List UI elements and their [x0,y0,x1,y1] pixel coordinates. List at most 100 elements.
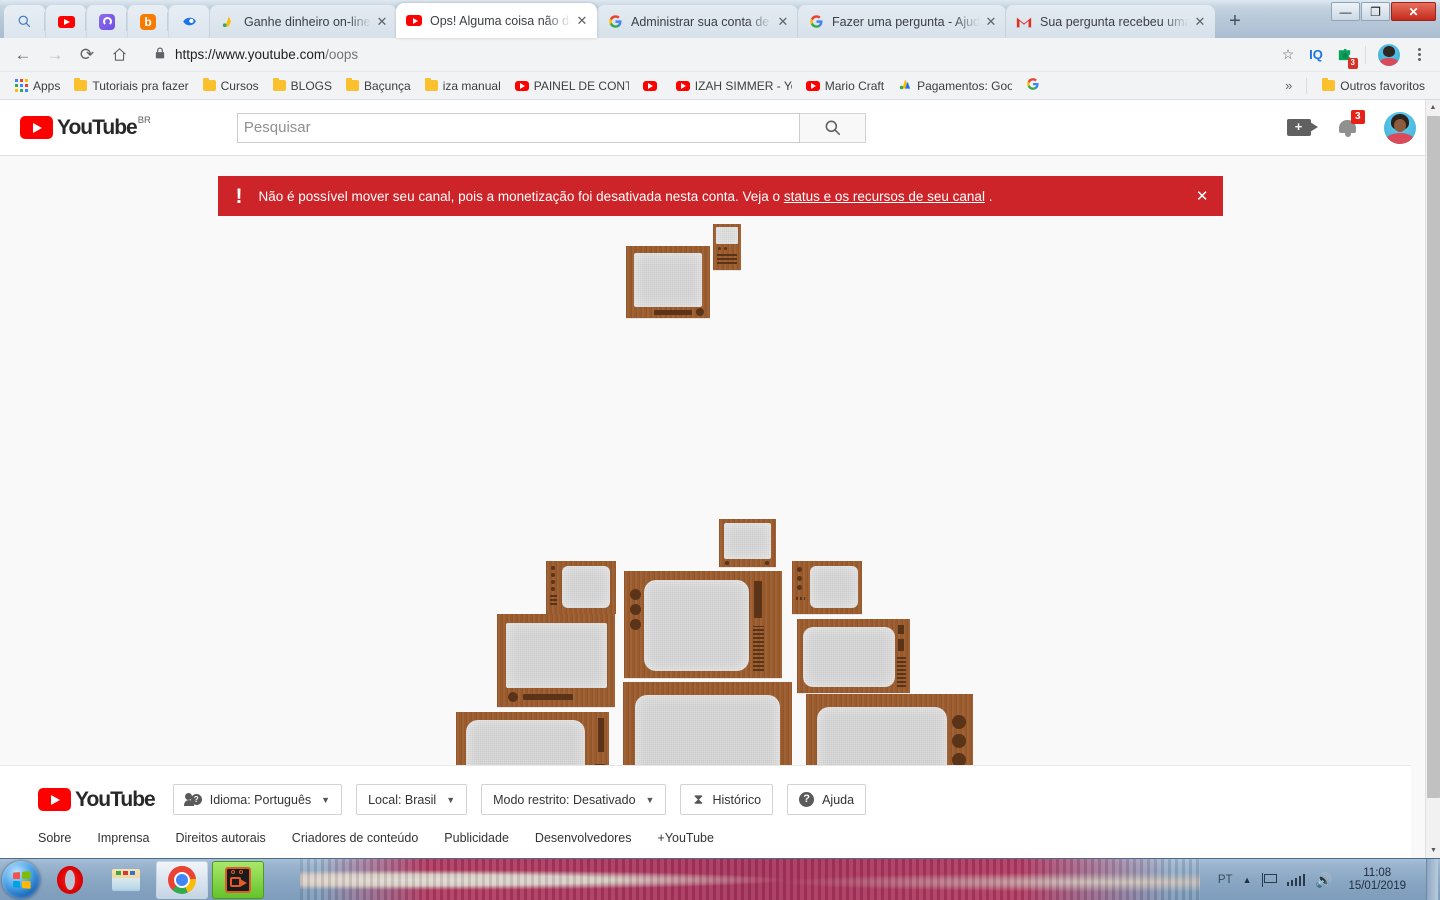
tray-clock[interactable]: 11:08 15/01/2019 [1342,867,1412,893]
scroll-up-arrow[interactable]: ▲ [1426,100,1440,115]
desktop-wallpaper-strip [300,859,1200,900]
apps-grid-icon [15,79,28,92]
tab-close-button[interactable]: ✕ [774,13,792,31]
browser-tab-1-active[interactable]: Ops! Alguma coisa não deu ✕ [396,3,597,38]
tab-close-button[interactable]: ✕ [982,13,1000,31]
search-button[interactable] [799,112,866,143]
video-upload-icon[interactable]: + [1287,119,1318,136]
forward-button[interactable]: → [40,40,70,70]
scrollbar-thumb[interactable] [1427,116,1440,798]
network-flag-icon[interactable] [1261,872,1277,887]
youtube-logo[interactable]: YouTube BR [20,116,151,139]
tray-show-hidden-icons[interactable]: ▲ [1243,875,1252,885]
browser-tab-0[interactable]: Ganhe dinheiro on-line com ✕ [209,5,397,38]
bookmark-pagamentos-google[interactable]: Pagamentos: Google [891,74,1019,97]
blue-swirl-icon [182,17,196,26]
page-scrollbar[interactable]: ▲ ▼ [1425,100,1440,858]
green-extension-icon[interactable]: 3 [1331,42,1358,69]
blogger-pinned-tab[interactable]: b [127,5,168,38]
profile-avatar[interactable] [1378,43,1400,66]
home-icon [112,48,126,61]
url-path: /oops [325,47,359,62]
blue-app-pinned-tab[interactable] [168,5,209,38]
back-button[interactable]: ← [8,40,38,70]
start-button[interactable] [2,860,40,899]
button-label: Ajuda [822,792,855,807]
new-tab-button[interactable]: + [1220,7,1250,35]
gmail-icon [1016,14,1032,30]
bookmark-apps[interactable]: Apps [8,76,67,96]
google-icon [1026,77,1040,94]
alert-close-button[interactable]: ✕ [1196,189,1209,204]
maximize-button[interactable]: ❐ [1361,2,1390,21]
bookmark-izah-simmer[interactable]: IZAH SIMMER - YouT [669,76,799,96]
taskbar-explorer[interactable] [100,861,152,899]
tray-language[interactable]: PT [1218,874,1233,886]
app-pinned-tab[interactable] [86,5,127,38]
tab-close-button[interactable]: ✕ [573,12,591,30]
location-selector-button[interactable]: Local: Brasil ▼ [356,784,468,815]
youtube-icon [675,80,690,91]
taskbar-chrome[interactable] [156,860,208,899]
folder-icon [112,868,140,891]
footer-youtube-logo[interactable]: YouTube [38,788,156,812]
scroll-down-arrow[interactable]: ▼ [1426,843,1440,858]
bookmark-google[interactable] [1019,74,1052,97]
reload-button[interactable]: ⟳ [72,40,102,70]
browser-tab-4[interactable]: Sua pergunta recebeu uma ✕ [1005,5,1215,38]
footer-link-imprensa[interactable]: Imprensa [97,831,149,845]
notifications-button[interactable]: 3 [1339,110,1365,137]
footer-link-mais-youtube[interactable]: +YouTube [658,831,714,845]
bookmark-star-icon[interactable]: ☆ [1275,46,1301,63]
alert-link[interactable]: status e os recursos de seu canal [784,189,985,204]
bookmark-mario-craft[interactable]: Mario Craft [799,76,891,96]
footer-link-criadores[interactable]: Criadores de conteúdo [292,831,418,845]
search-pinned-tab[interactable] [4,5,45,38]
bookmark-outros-favoritos[interactable]: Outros favoritos [1315,76,1432,96]
bookmark-cursos[interactable]: Cursos [196,76,266,96]
footer-link-desenvolvedores[interactable]: Desenvolvedores [535,831,632,845]
signal-bars-icon[interactable] [1286,873,1305,886]
home-button[interactable] [104,40,134,70]
bookmarks-divider [1306,77,1308,94]
search-input[interactable] [236,112,800,143]
folder-icon [272,78,286,91]
bookmark-iza-manual[interactable]: iza manual [418,76,508,96]
history-button[interactable]: ⧗ Histórico [680,784,774,815]
close-window-button[interactable]: ✕ [1391,2,1436,21]
browser-tab-2[interactable]: Administrar sua conta de m ✕ [596,5,798,38]
footer-link-sobre[interactable]: Sobre [38,831,71,845]
folder-icon [424,78,438,91]
iq-extension-icon[interactable]: IQ [1303,42,1329,68]
footer-link-direitos-autorais[interactable]: Direitos autorais [175,831,265,845]
youtube-pinned-tab[interactable] [45,5,86,38]
bookmark-label: Baçunça [364,78,411,93]
tab-close-button[interactable]: ✕ [1191,13,1209,31]
search-icon [18,15,31,28]
address-bar[interactable]: https://www.youtube.com/oops [144,41,1265,68]
footer-link-publicidade[interactable]: Publicidade [444,831,509,845]
volume-icon[interactable]: 🔊 [1315,873,1332,887]
camera-recorder-icon [225,866,251,893]
bookmark-tutoriais[interactable]: Tutoriais pra fazer [67,76,195,96]
help-button[interactable]: ? Ajuda [787,784,867,815]
bookmark-blogs[interactable]: BLOGS [266,76,339,96]
restricted-mode-button[interactable]: Modo restrito: Desativado ▼ [481,784,667,815]
chrome-menu-button[interactable] [1406,42,1432,68]
bookmark-label: Cursos [220,78,259,93]
opera-icon [57,865,83,894]
taskbar-camtasia[interactable] [212,860,264,899]
bookmark-youtube-unnamed[interactable] [636,78,669,94]
alert-zone: ! Não é possível mover seu canal, pois a… [0,156,1440,216]
browser-tab-3[interactable]: Fazer uma pergunta - Ajud ✕ [797,5,1006,38]
show-desktop-button[interactable] [1426,859,1438,900]
minimize-button[interactable]: — [1331,2,1360,21]
bookmarks-overflow-button[interactable]: » [1279,78,1298,93]
avatar[interactable] [1384,111,1416,144]
language-selector-button[interactable]: ? Idioma: Português ▼ [172,784,343,815]
taskbar-opera[interactable] [44,861,96,899]
bookmark-label: Outros favoritos [1340,78,1425,93]
bookmark-painel-de-controle[interactable]: PAINEL DE CONTROLE [508,76,636,96]
tab-close-button[interactable]: ✕ [373,13,391,31]
bookmark-bacunca[interactable]: Baçunça [339,76,418,96]
